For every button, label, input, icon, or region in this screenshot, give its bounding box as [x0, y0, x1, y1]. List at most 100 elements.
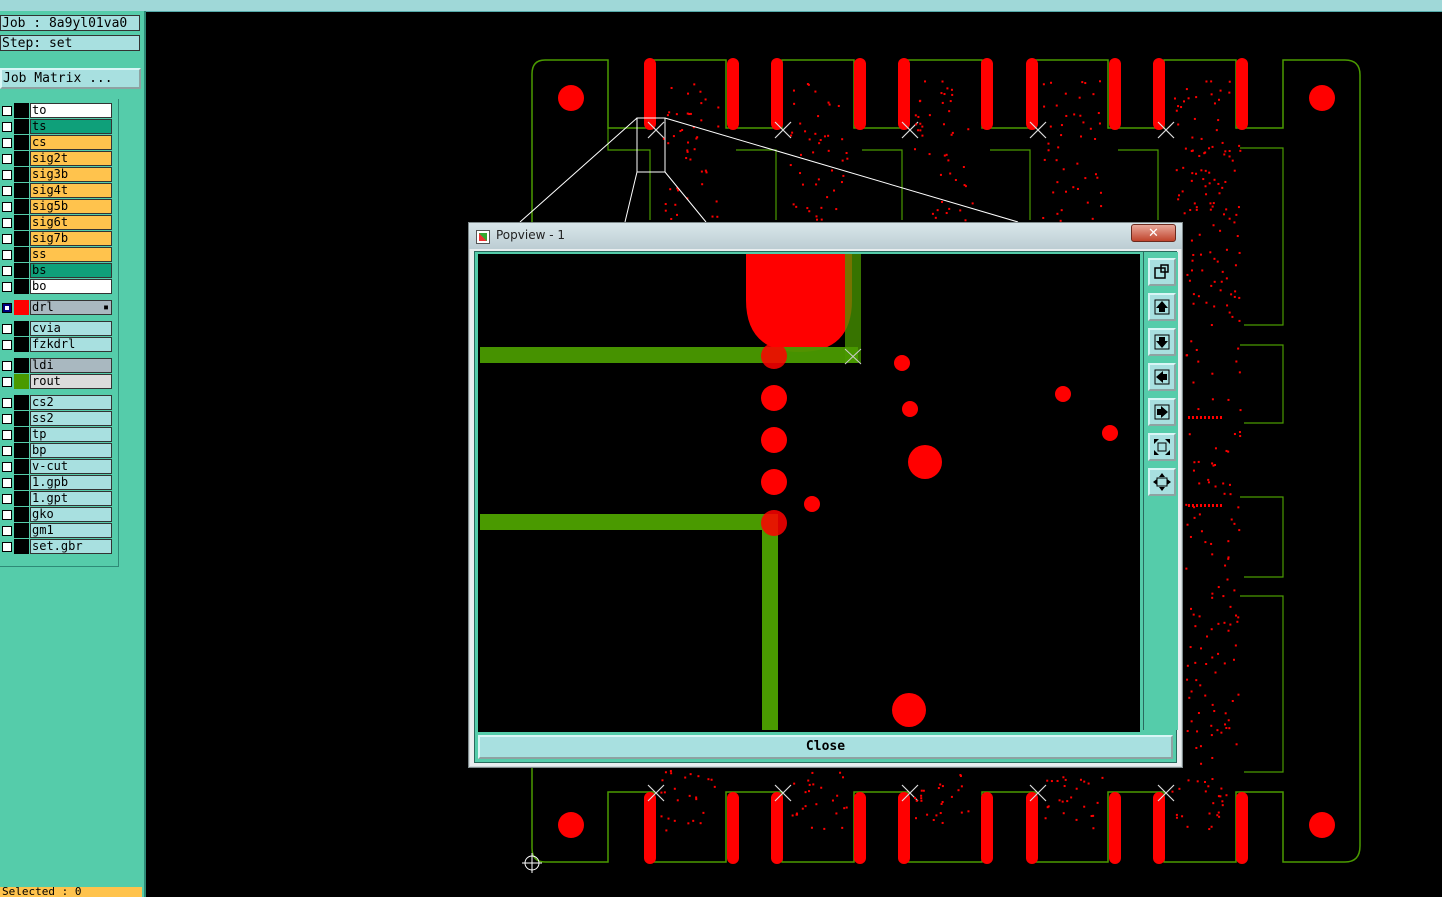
layer-color-swatch[interactable] [14, 247, 29, 262]
layer-checkbox[interactable] [2, 250, 12, 260]
layer-row-to[interactable]: to [0, 103, 116, 118]
layer-checkbox[interactable] [2, 154, 12, 164]
layer-row-bs[interactable]: bs [0, 263, 116, 278]
layer-name[interactable]: bo [30, 279, 112, 294]
layer-row-set-gbr[interactable]: set.gbr [0, 539, 116, 554]
layer-color-swatch[interactable] [14, 337, 29, 352]
layer-name[interactable]: to [30, 103, 112, 118]
layer-name[interactable]: sig7b [30, 231, 112, 246]
layer-name[interactable]: bs [30, 263, 112, 278]
layer-checkbox[interactable] [2, 186, 12, 196]
layer-name[interactable]: 1.gpb [30, 475, 112, 490]
layer-row-ss[interactable]: ss [0, 247, 116, 262]
zoom-fit-button[interactable] [1148, 433, 1176, 461]
layer-row-cs[interactable]: cs [0, 135, 116, 150]
layer-color-swatch[interactable] [14, 103, 29, 118]
layer-color-swatch[interactable] [14, 491, 29, 506]
layer-row-sig6t[interactable]: sig6t [0, 215, 116, 230]
layer-color-swatch[interactable] [14, 279, 29, 294]
layer-row-drl[interactable]: drl ▪ [0, 300, 116, 315]
layer-name[interactable]: ldi [30, 358, 112, 373]
layer-checkbox[interactable] [2, 282, 12, 292]
layer-checkbox[interactable] [2, 414, 12, 424]
window-close-button[interactable]: ✕ [1131, 224, 1176, 242]
layer-checkbox[interactable] [2, 510, 12, 520]
layer-row-sig4t[interactable]: sig4t [0, 183, 116, 198]
zoom-home-button[interactable] [1148, 468, 1176, 496]
layer-checkbox[interactable] [2, 478, 12, 488]
layer-checkbox[interactable] [2, 324, 12, 334]
layer-color-swatch[interactable] [14, 231, 29, 246]
layer-row-1-gpt[interactable]: 1.gpt [0, 491, 116, 506]
layer-color-swatch[interactable] [14, 475, 29, 490]
job-matrix-button[interactable]: Job Matrix ... [0, 68, 141, 89]
layer-name[interactable]: tp [30, 427, 112, 442]
layer-name[interactable]: sig2t [30, 151, 112, 166]
layer-row-gm1[interactable]: gm1 [0, 523, 116, 538]
popview-titlebar[interactable]: Popview - 1 ✕ [469, 223, 1182, 249]
layer-row-bp[interactable]: bp [0, 443, 116, 458]
layer-checkbox[interactable] [2, 526, 12, 536]
layer-color-swatch[interactable] [14, 199, 29, 214]
layer-checkbox[interactable] [2, 542, 12, 552]
layer-row-1-gpb[interactable]: 1.gpb [0, 475, 116, 490]
layer-row-fzkdrl[interactable]: fzkdrl [0, 337, 116, 352]
zoom-window-button[interactable] [1148, 258, 1176, 286]
layer-color-swatch[interactable] [14, 167, 29, 182]
layer-name[interactable]: ss [30, 247, 112, 262]
layer-checkbox[interactable] [2, 398, 12, 408]
layer-checkbox[interactable] [2, 122, 12, 132]
layer-color-swatch[interactable] [14, 135, 29, 150]
layer-name[interactable]: cvia [30, 321, 112, 336]
layer-color-swatch[interactable] [14, 119, 29, 134]
layer-color-swatch[interactable] [14, 300, 29, 315]
layer-name[interactable]: ts [30, 119, 112, 134]
layer-checkbox[interactable] [2, 361, 12, 371]
layer-name[interactable]: fzkdrl [30, 337, 112, 352]
layer-name[interactable]: ss2 [30, 411, 112, 426]
layer-color-swatch[interactable] [14, 358, 29, 373]
pan-left-button[interactable] [1148, 363, 1176, 391]
layer-row-ldi[interactable]: ldi [0, 358, 116, 373]
layer-name[interactable]: gm1 [30, 523, 112, 538]
layer-color-swatch[interactable] [14, 507, 29, 522]
layer-color-swatch[interactable] [14, 411, 29, 426]
layer-name[interactable]: sig3b [30, 167, 112, 182]
layer-row-rout[interactable]: rout [0, 374, 116, 389]
layer-checkbox[interactable] [2, 430, 12, 440]
layer-row-sig5b[interactable]: sig5b [0, 199, 116, 214]
layer-checkbox[interactable] [2, 170, 12, 180]
layer-name[interactable]: drl [30, 300, 112, 315]
layer-color-swatch[interactable] [14, 321, 29, 336]
layer-color-swatch[interactable] [14, 459, 29, 474]
layer-color-swatch[interactable] [14, 183, 29, 198]
layer-row-sig3b[interactable]: sig3b [0, 167, 116, 182]
layer-color-swatch[interactable] [14, 427, 29, 442]
layer-name[interactable]: v-cut [30, 459, 112, 474]
pan-down-button[interactable] [1148, 328, 1176, 356]
layer-checkbox[interactable] [2, 138, 12, 148]
layer-name[interactable]: sig6t [30, 215, 112, 230]
layer-checkbox[interactable] [2, 494, 12, 504]
layer-name[interactable]: rout [30, 374, 112, 389]
layer-name[interactable]: sig4t [30, 183, 112, 198]
layer-checkbox[interactable] [2, 462, 12, 472]
layer-row-v-cut[interactable]: v-cut [0, 459, 116, 474]
layer-checkbox[interactable] [2, 446, 12, 456]
layer-name[interactable]: cs [30, 135, 112, 150]
layer-checkbox[interactable] [2, 303, 12, 313]
layer-row-tp[interactable]: tp [0, 427, 116, 442]
pan-up-button[interactable] [1148, 293, 1176, 321]
layer-color-swatch[interactable] [14, 523, 29, 538]
layer-row-cs2[interactable]: cs2 [0, 395, 116, 410]
layer-name[interactable]: sig5b [30, 199, 112, 214]
layer-name[interactable]: 1.gpt [30, 491, 112, 506]
layer-checkbox[interactable] [2, 106, 12, 116]
layer-row-cvia[interactable]: cvia [0, 321, 116, 336]
layer-color-swatch[interactable] [14, 215, 29, 230]
layer-row-bo[interactable]: bo [0, 279, 116, 294]
layer-color-swatch[interactable] [14, 374, 29, 389]
layer-color-swatch[interactable] [14, 151, 29, 166]
layer-name[interactable]: cs2 [30, 395, 112, 410]
layer-row-ts[interactable]: ts [0, 119, 116, 134]
